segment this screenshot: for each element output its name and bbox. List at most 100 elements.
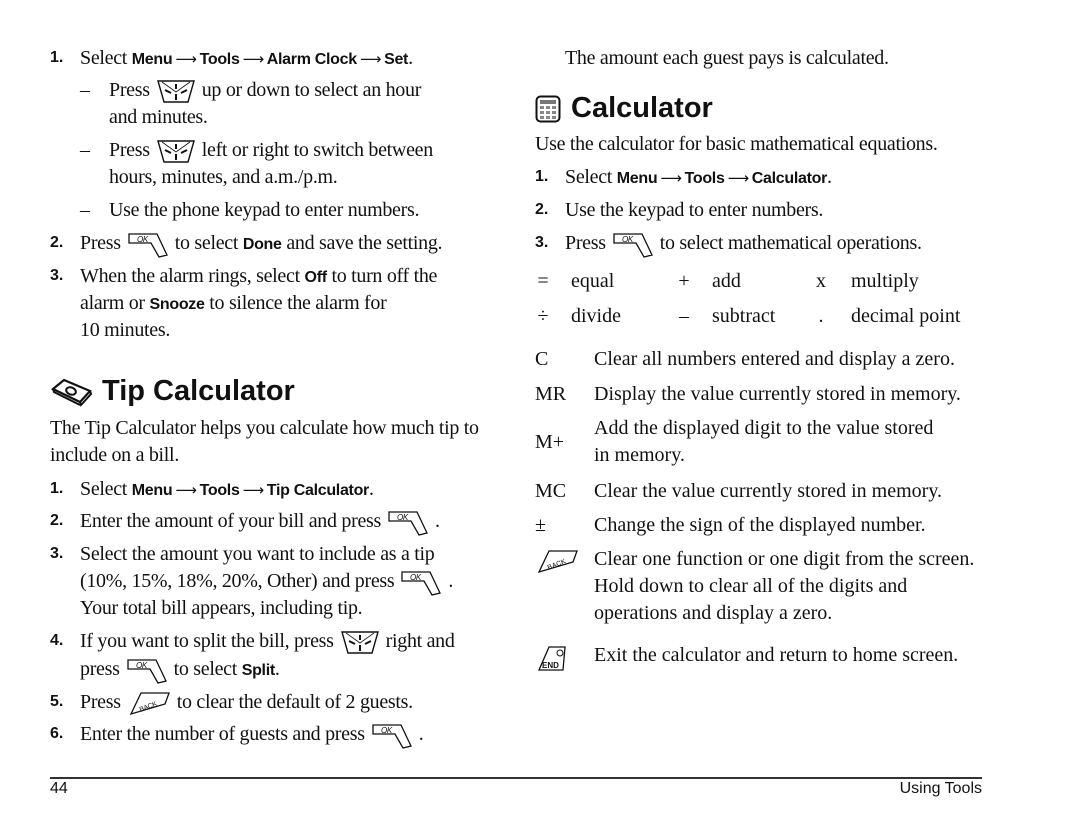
- arrow-icon: ⟶: [242, 481, 265, 499]
- footer-divider: [50, 777, 982, 779]
- function-description: Clear one function or one digit from the…: [594, 548, 975, 570]
- calc-step-2: Use the keypad to enter numbers.: [565, 199, 824, 221]
- alarm-step-3: When the alarm rings, select Off to turn…: [80, 265, 438, 287]
- dash-bullet: –: [80, 199, 90, 221]
- navigation-key-icon: [156, 138, 196, 165]
- function-description: Display the value currently stored in me…: [594, 383, 961, 405]
- step-number: 2.: [535, 201, 549, 218]
- footer-section-title: Using Tools: [899, 780, 982, 797]
- operation-symbol: =: [537, 270, 549, 292]
- function-description-cont: operations and display a zero.: [594, 602, 833, 624]
- alarm-sub-2: Press left or right to switch between: [109, 137, 433, 165]
- softkey-label: Split: [241, 662, 275, 679]
- menu-path-item: Menu: [616, 170, 658, 187]
- function-description: Change the sign of the displayed number.: [594, 514, 926, 536]
- page-number: 44: [50, 780, 68, 797]
- tip-intro: The Tip Calculator helps you calculate h…: [50, 417, 479, 439]
- operation-symbol: .: [818, 305, 824, 327]
- tip-step-3-line2: (10%, 15%, 18%, 20%, Other) and press.: [80, 568, 453, 596]
- operation-symbol: +: [678, 270, 690, 292]
- arrow-icon: ⟶: [242, 50, 265, 68]
- menu-path-item: Calculator: [751, 170, 828, 187]
- guest-result-text: The amount each guest pays is calculated…: [565, 47, 889, 69]
- ok-key-icon: [387, 509, 429, 536]
- tip-step-5: Press to clear the default of 2 guests.: [80, 689, 413, 717]
- menu-path-item: Tools: [199, 51, 240, 68]
- ok-key-icon: [126, 657, 168, 684]
- navigation-key-icon: [156, 78, 196, 105]
- softkey-label: Snooze: [149, 296, 205, 313]
- ok-key-icon: [127, 231, 169, 258]
- menu-path-item: Menu: [131, 482, 173, 499]
- arrow-icon: ⟶: [660, 169, 682, 187]
- operation-symbol: –: [679, 305, 689, 327]
- function-description-cont: Hold down to clear all of the digits and: [594, 575, 908, 597]
- step-number: 2.: [50, 234, 64, 251]
- function-description: Add the displayed digit to the value sto…: [594, 417, 934, 439]
- back-key-icon: [127, 690, 171, 717]
- step-number: 3.: [50, 545, 64, 562]
- step-number: 1.: [535, 168, 549, 185]
- operation-label: add: [712, 270, 741, 292]
- step-number: 5.: [50, 693, 64, 710]
- dash-bullet: –: [80, 139, 90, 161]
- tip-step-4: If you want to split the bill, press righ…: [80, 628, 455, 656]
- function-key: MR: [535, 383, 567, 405]
- step-number: 4.: [50, 632, 64, 649]
- calculator-icon: [535, 95, 561, 123]
- menu-path-item: Tip Calculator: [266, 482, 370, 499]
- alarm-sub-3: Use the phone keypad to enter numbers.: [109, 199, 420, 221]
- operation-symbol: ÷: [537, 305, 549, 327]
- function-key: ±: [535, 514, 546, 536]
- menu-path-item: Tools: [199, 482, 240, 499]
- step-number: 2.: [50, 512, 64, 529]
- tip-step-3-line3: Your total bill appears, including tip.: [80, 597, 363, 619]
- function-description-cont: in memory.: [594, 444, 685, 466]
- alarm-step-3-line2: alarm or Snooze to silence the alarm for: [80, 292, 387, 314]
- tip-step-6: Enter the number of guests and press.: [80, 721, 424, 749]
- softkey-label: Off: [304, 269, 328, 286]
- function-description: Exit the calculator and return to home s…: [594, 644, 959, 666]
- operation-label: equal: [571, 270, 615, 292]
- function-key: MC: [535, 480, 567, 502]
- step-number: 1.: [50, 480, 64, 497]
- ok-key-icon: [371, 722, 413, 749]
- calculator-intro: Use the calculator for basic mathematica…: [535, 133, 938, 155]
- ok-key-icon: [400, 569, 442, 596]
- dash-bullet: –: [80, 79, 90, 101]
- alarm-step-3-line3: 10 minutes.: [80, 319, 171, 341]
- calc-step-1: Select Menu ⟶ Tools ⟶ Calculator.: [565, 166, 832, 188]
- tip-step-3: Select the amount you want to include as…: [80, 543, 435, 565]
- function-key: M+: [535, 431, 565, 453]
- section-heading-calculator: Calculator: [535, 90, 713, 126]
- back-key-icon: [535, 548, 579, 582]
- alarm-sub-1-cont: and minutes.: [109, 106, 208, 128]
- alarm-sub-2-cont: hours, minutes, and a.m./p.m.: [109, 166, 338, 188]
- end-key-icon: [535, 644, 569, 681]
- arrow-icon: ⟶: [359, 50, 382, 68]
- step-number: 3.: [50, 267, 64, 284]
- step-number: 1.: [50, 49, 64, 66]
- function-description: Clear all numbers entered and display a …: [594, 348, 955, 370]
- menu-path-item: Alarm Clock: [266, 51, 357, 68]
- navigation-key-icon: [340, 629, 380, 656]
- tip-step-4-line2: press to select Split.: [80, 656, 280, 684]
- arrow-icon: ⟶: [727, 169, 750, 187]
- alarm-step-1: Select Menu ⟶ Tools ⟶ Alarm Clock ⟶ Set.: [80, 47, 413, 69]
- ok-key-icon: [612, 231, 654, 258]
- section-heading-tip-calculator: Tip Calculator: [50, 373, 295, 409]
- tip-step-2: Enter the amount of your bill and press.: [80, 508, 440, 536]
- function-key: C: [535, 348, 549, 370]
- menu-path-item: Set: [384, 51, 409, 68]
- operation-label: subtract: [712, 305, 776, 327]
- arrow-icon: ⟶: [175, 50, 197, 68]
- calc-step-3: Press to select mathematical operations.: [565, 230, 922, 258]
- softkey-label: Done: [242, 236, 282, 253]
- operation-label: divide: [571, 305, 621, 327]
- alarm-step-2: Press to select Done and save the setting…: [80, 230, 443, 258]
- operation-label: decimal point: [851, 305, 961, 327]
- money-icon: [50, 377, 94, 408]
- arrow-icon: ⟶: [175, 481, 197, 499]
- step-number: 6.: [50, 725, 64, 742]
- tip-intro-cont: include on a bill.: [50, 444, 180, 466]
